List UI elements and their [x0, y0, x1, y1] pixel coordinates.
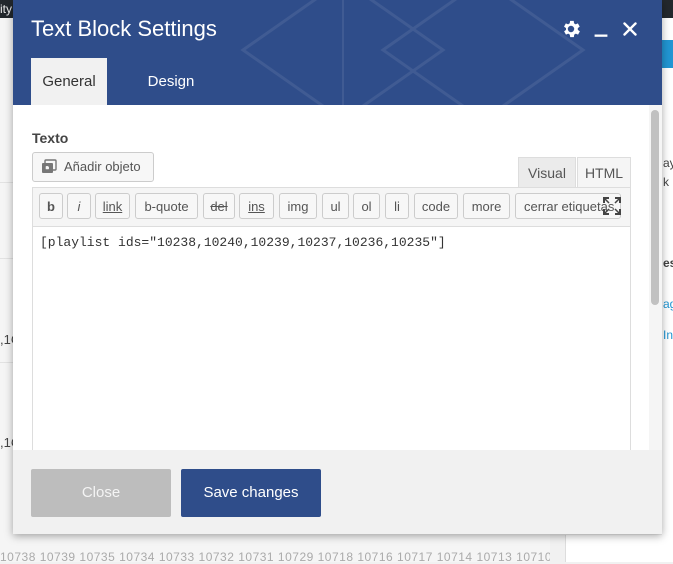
fullscreen-icon[interactable]: [603, 197, 621, 215]
modal-header: Text Block Settings General Design Optio…: [13, 0, 662, 105]
background-fragment: ay: [663, 156, 673, 170]
editor-content[interactable]: [playlist ids="10238,10240,10239,10237,1…: [40, 235, 446, 250]
background-link: In: [663, 328, 673, 342]
quicktag-bold-button[interactable]: b: [39, 193, 63, 219]
gear-icon[interactable]: [560, 18, 582, 40]
quicktag-img-button[interactable]: img: [279, 193, 317, 219]
background-divider: [0, 362, 14, 363]
quicktag-more-button[interactable]: more: [463, 193, 510, 219]
add-media-icon: [42, 159, 57, 173]
background-blue-button: [662, 40, 673, 68]
quicktag-link-button[interactable]: link: [95, 193, 130, 219]
header-decoration: [240, 0, 586, 105]
quicktag-del-button[interactable]: del: [203, 193, 235, 219]
add-media-label: Añadir objeto: [64, 159, 141, 174]
quicktag-li-button[interactable]: li: [385, 193, 409, 219]
background-side-panel: [662, 18, 673, 562]
tab-design-options[interactable]: Design Options: [121, 58, 221, 105]
quicktag-ul-button[interactable]: ul: [322, 193, 349, 219]
quicktag-code-button[interactable]: code: [414, 193, 458, 219]
quicktags-toolbar: b i link b-quote del ins img ul ol li co…: [33, 188, 630, 227]
background-divider: [0, 258, 14, 259]
text-editor[interactable]: b i link b-quote del ins img ul ol li co…: [32, 187, 631, 450]
tab-general[interactable]: General: [31, 58, 107, 105]
background-fragment: es: [663, 256, 673, 270]
field-label: Texto: [32, 130, 69, 146]
quicktag-italic-button[interactable]: i: [67, 193, 91, 219]
minimize-icon[interactable]: [590, 18, 612, 40]
tab-visual[interactable]: Visual: [518, 157, 576, 188]
background-link: ag: [663, 297, 673, 311]
modal-title: Text Block Settings: [31, 16, 217, 41]
quicktag-bquote-button[interactable]: b-quote: [135, 193, 198, 219]
background-divider: [0, 182, 14, 183]
close-button[interactable]: Close: [31, 469, 171, 517]
modal-body: Texto Añadir objeto Visual HTML b i link…: [13, 105, 662, 450]
topbar-text: ity: [0, 2, 12, 16]
scrollbar-thumb[interactable]: [651, 110, 659, 305]
background-fragment: k: [663, 175, 669, 189]
save-changes-button[interactable]: Save changes: [181, 469, 321, 517]
text-block-settings-modal: Text Block Settings General Design Optio…: [13, 0, 662, 534]
background-panel: [565, 535, 673, 562]
add-media-button[interactable]: Añadir objeto: [32, 152, 154, 182]
tab-html[interactable]: HTML: [577, 157, 631, 188]
quicktag-ol-button[interactable]: ol: [353, 193, 380, 219]
modal-footer: Close Save changes: [13, 450, 662, 534]
close-icon[interactable]: [619, 18, 641, 40]
quicktag-ins-button[interactable]: ins: [239, 193, 274, 219]
